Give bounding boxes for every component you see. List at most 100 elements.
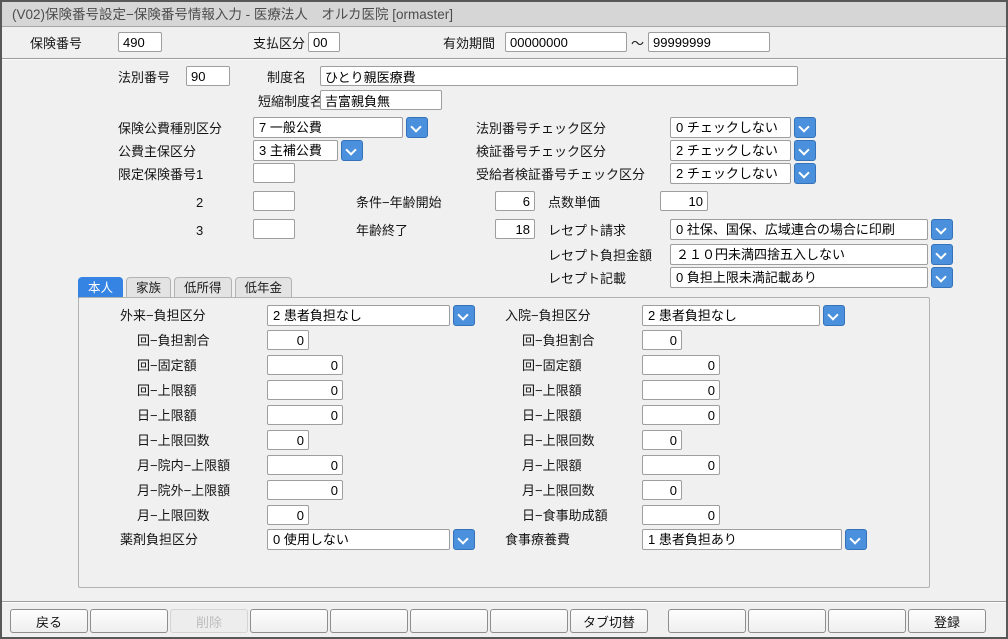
chevron-down-icon[interactable] xyxy=(406,117,428,138)
right-row-label: 月−上限額 xyxy=(522,458,582,473)
receipt-claim-value: 0 社保、国保、広域連合の場合に印刷 xyxy=(670,219,928,240)
point-unit-price-input[interactable] xyxy=(660,191,708,211)
left-daily-limit-input[interactable] xyxy=(267,405,343,425)
chevron-down-icon[interactable] xyxy=(453,529,475,550)
left-row-label: 回−固定額 xyxy=(137,358,197,373)
delete-button[interactable]: 削除 xyxy=(170,609,248,633)
tab-teishotoku[interactable]: 低所得 xyxy=(174,277,232,298)
receipt-description-combobox[interactable]: 0 負担上限未満記載あり xyxy=(670,267,953,288)
public-main-class-combobox[interactable]: 3 主補公費 xyxy=(253,140,363,161)
inpatient-burden-class-combobox[interactable]: 2 患者負担なし xyxy=(642,305,845,326)
payment-class-input[interactable] xyxy=(308,32,340,52)
fn7-button[interactable] xyxy=(490,609,568,633)
recipient-verify-check-combobox[interactable]: 2 チェックしない xyxy=(670,163,816,184)
tab-switch-button[interactable]: タブ切替 xyxy=(570,609,648,633)
chevron-down-icon[interactable] xyxy=(794,163,816,184)
right-row-label: 回−負担割合 xyxy=(522,333,595,348)
right-monthly-count-limit-input[interactable] xyxy=(642,480,682,500)
receipt-burden-amount-value: ２１０円未満四捨五入しない xyxy=(670,244,928,265)
left-monthly-count-limit-input[interactable] xyxy=(267,505,309,525)
fn2-button[interactable] xyxy=(90,609,168,633)
receipt-burden-amount-label: レセプト負担金額 xyxy=(548,248,653,263)
insurance-number-input[interactable] xyxy=(118,32,162,52)
fn10-button[interactable] xyxy=(748,609,826,633)
age-end-input[interactable] xyxy=(495,219,535,239)
left-row-label: 日−上限回数 xyxy=(137,433,210,448)
receipt-claim-label: レセプト請求 xyxy=(548,223,627,238)
system-name-input[interactable] xyxy=(320,66,798,86)
valid-to-input[interactable] xyxy=(648,32,770,52)
receipt-burden-amount-combobox[interactable]: ２１０円未満四捨五入しない xyxy=(670,244,953,265)
left-row-label: 回−上限額 xyxy=(137,383,197,398)
left-daily-count-limit-input[interactable] xyxy=(267,430,309,450)
chevron-down-icon[interactable] xyxy=(931,267,953,288)
recipient-verify-check-label: 受給者検証番号チェック区分 xyxy=(476,167,646,182)
right-daily-limit-input[interactable] xyxy=(642,405,720,425)
right-burden-rate-input[interactable] xyxy=(642,330,682,350)
left-monthly-external-limit-input[interactable] xyxy=(267,480,343,500)
app-window: (V02)保険番号設定−保険番号情報入力 - 医療法人 オルカ医院 [ormas… xyxy=(0,0,1008,639)
valid-period-label: 有効期間 xyxy=(443,36,496,51)
point-unit-price-label: 点数単価 xyxy=(548,195,601,210)
tab-kazoku[interactable]: 家族 xyxy=(126,277,172,298)
left-per-visit-limit-input[interactable] xyxy=(267,380,343,400)
receipt-claim-combobox[interactable]: 0 社保、国保、広域連合の場合に印刷 xyxy=(670,219,953,240)
left-monthly-inhouse-limit-input[interactable] xyxy=(267,455,343,475)
right-fixed-amount-input[interactable] xyxy=(642,355,720,375)
short-system-name-input[interactable] xyxy=(320,90,442,110)
meal-expense-combobox[interactable]: 1 患者負担あり xyxy=(642,529,867,550)
system-name-label: 制度名 xyxy=(267,70,307,85)
law-number-check-value: 0 チェックしない xyxy=(670,117,791,138)
tab-teinenkin[interactable]: 低年金 xyxy=(234,277,293,298)
valid-from-input[interactable] xyxy=(505,32,627,52)
right-per-visit-limit-input[interactable] xyxy=(642,380,720,400)
insurance-public-type-label: 保険公費種別区分 xyxy=(118,121,223,136)
chevron-down-icon[interactable] xyxy=(341,140,363,161)
law-number-check-label: 法別番号チェック区分 xyxy=(476,121,607,136)
right-daily-meal-subsidy-input[interactable] xyxy=(642,505,720,525)
right-row-label: 月−上限回数 xyxy=(522,483,595,498)
outpatient-burden-class-value: 2 患者負担なし xyxy=(267,305,450,326)
fn5-button[interactable] xyxy=(330,609,408,633)
chevron-down-icon[interactable] xyxy=(794,140,816,161)
chevron-down-icon[interactable] xyxy=(823,305,845,326)
drug-burden-class-combobox[interactable]: 0 使用しない xyxy=(267,529,475,550)
public-main-class-label: 公費主保区分 xyxy=(118,144,197,159)
left-fixed-amount-input[interactable] xyxy=(267,355,343,375)
left-burden-rate-input[interactable] xyxy=(267,330,309,350)
right-daily-count-limit-input[interactable] xyxy=(642,430,682,450)
limited-insurance-3-input[interactable] xyxy=(253,219,295,239)
right-row-label: 回−固定額 xyxy=(522,358,582,373)
fn9-button[interactable] xyxy=(668,609,746,633)
law-number-check-combobox[interactable]: 0 チェックしない xyxy=(670,117,816,138)
right-row-label: 日−上限回数 xyxy=(522,433,595,448)
outpatient-burden-class-combobox[interactable]: 2 患者負担なし xyxy=(267,305,475,326)
limited-insurance-2-input[interactable] xyxy=(253,191,295,211)
chevron-down-icon[interactable] xyxy=(794,117,816,138)
law-number-input[interactable] xyxy=(186,66,230,86)
fn4-button[interactable] xyxy=(250,609,328,633)
limited-insurance-1-input[interactable] xyxy=(253,163,295,183)
insurance-public-type-combobox[interactable]: 7 一般公費 xyxy=(253,117,428,138)
verify-number-check-combobox[interactable]: 2 チェックしない xyxy=(670,140,816,161)
fn11-button[interactable] xyxy=(828,609,906,633)
insurance-public-type-value: 7 一般公費 xyxy=(253,117,403,138)
back-button[interactable]: 戻る xyxy=(10,609,88,633)
header-separator xyxy=(2,58,1006,60)
right-monthly-limit-input[interactable] xyxy=(642,455,720,475)
footer-button-group-1: 戻る 削除 xyxy=(10,609,328,633)
chevron-down-icon[interactable] xyxy=(453,305,475,326)
register-button[interactable]: 登録 xyxy=(908,609,986,633)
footer-button-group-2: タブ切替 xyxy=(330,609,648,633)
receipt-description-value: 0 負担上限未満記載あり xyxy=(670,267,928,288)
chevron-down-icon[interactable] xyxy=(931,219,953,240)
right-row-label: 日−食事助成額 xyxy=(522,508,608,523)
chevron-down-icon[interactable] xyxy=(845,529,867,550)
receipt-description-label: レセプト記載 xyxy=(548,271,627,286)
chevron-down-icon[interactable] xyxy=(931,244,953,265)
tab-honnin[interactable]: 本人 xyxy=(78,277,124,298)
tilde-separator: ～ xyxy=(631,36,645,51)
fn6-button[interactable] xyxy=(410,609,488,633)
condition-age-start-input[interactable] xyxy=(495,191,535,211)
footer-separator xyxy=(2,601,1006,603)
